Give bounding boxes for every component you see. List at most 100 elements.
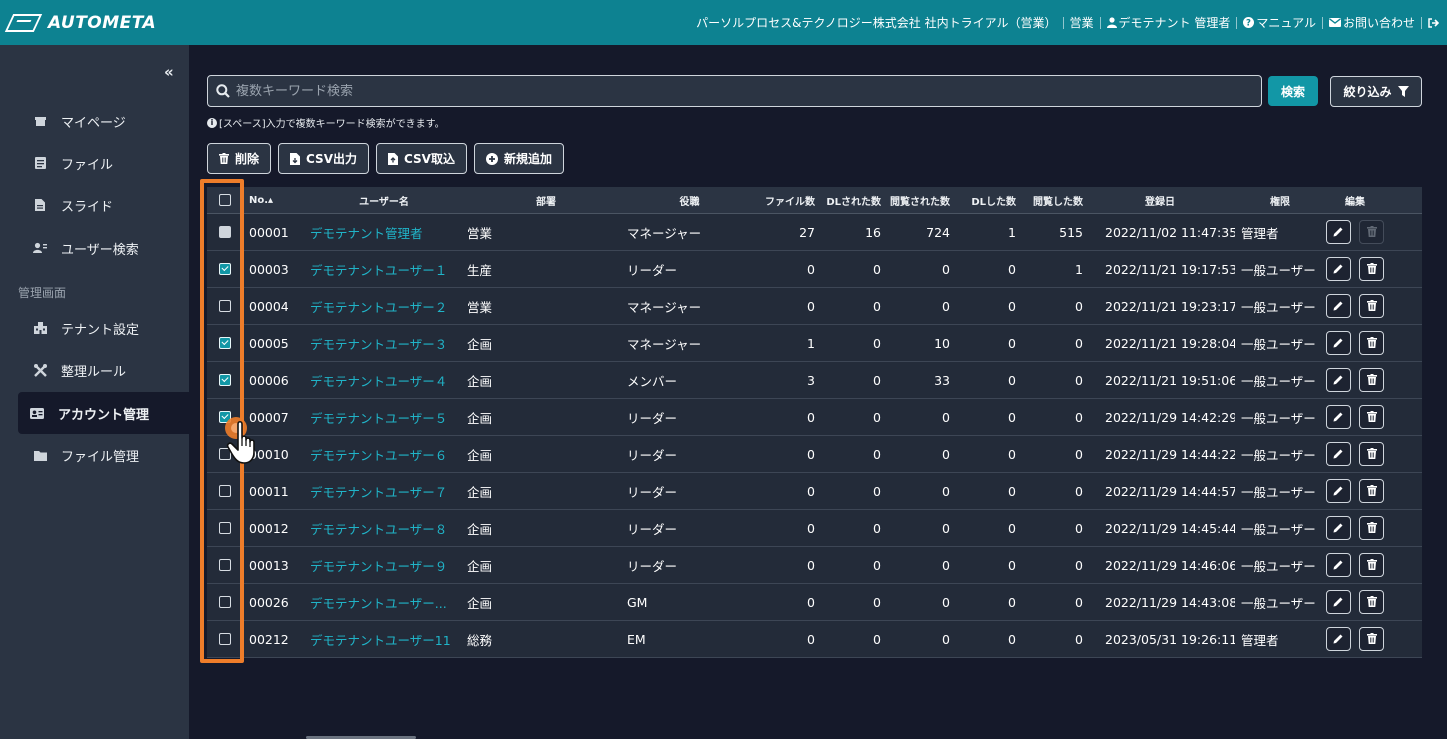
delete-row-button[interactable] (1359, 479, 1384, 503)
row-username-link[interactable]: デモテナントユーザー８ (303, 519, 465, 538)
row-select-cell (207, 559, 243, 571)
user-menu[interactable]: デモテナント 管理者 (1106, 14, 1230, 31)
row-department: 生産 (467, 262, 493, 278)
row-username-link[interactable]: デモテナントユーザー７ (303, 482, 465, 501)
header-no[interactable]: No.▴ (243, 195, 303, 206)
row-viewed-count: 0 (942, 557, 950, 573)
row-department: 企画 (467, 336, 493, 352)
manual-link[interactable]: ? マニュアル (1243, 14, 1316, 31)
sidebar-item-account-management[interactable]: アカウント管理 (18, 392, 189, 434)
collapse-sidebar-button[interactable]: « (164, 63, 174, 81)
row-viewed-count: 0 (942, 446, 950, 462)
delete-row-button[interactable] (1359, 331, 1384, 355)
row-checkbox[interactable] (219, 596, 231, 608)
add-new-button[interactable]: 新規追加 (473, 143, 564, 174)
edit-button[interactable] (1326, 553, 1351, 577)
row-registered-date: 2022/11/29 14:43:08 (1105, 594, 1235, 610)
edit-button[interactable] (1326, 220, 1351, 244)
csv-import-button[interactable]: CSV取込 (375, 143, 467, 174)
row-select-cell (207, 374, 243, 386)
row-username-link[interactable]: デモテナントユーザー９ (303, 556, 465, 575)
row-registered-date: 2022/11/21 19:17:53 (1105, 261, 1235, 277)
row-permission: 一般ユーザー (1241, 410, 1316, 426)
row-role: マネージャー (627, 225, 702, 241)
row-username-link[interactable]: デモテナントユーザー１ (303, 260, 465, 279)
table-row: 00212 デモテナントユーザー11 総務 EM 0 0 0 0 0 2023/05/31 19:… (207, 621, 1422, 658)
row-checkbox[interactable] (219, 411, 231, 423)
row-checkbox (219, 226, 231, 238)
table-row: 00007 デモテナントユーザー５ 企画 リーダー 0 0 0 0 0 2022/11/29 14… (207, 399, 1422, 436)
file-export-icon (290, 152, 301, 165)
row-viewed-count: 33 (934, 372, 950, 388)
sidebar-item-file-management[interactable]: ファイル管理 (18, 434, 189, 476)
logo-mark-icon (4, 13, 43, 32)
trash-icon (1366, 521, 1377, 536)
row-username-link[interactable]: デモテナントユーザー２ (303, 297, 465, 316)
edit-button[interactable] (1326, 405, 1351, 429)
row-no: 00004 (249, 298, 289, 314)
row-checkbox[interactable] (219, 374, 231, 386)
delete-row-button[interactable] (1359, 590, 1384, 614)
search-button[interactable]: 検索 (1268, 76, 1318, 106)
logout-icon (1428, 17, 1439, 28)
delete-row-button[interactable] (1359, 257, 1384, 281)
search-bar (207, 75, 1262, 107)
row-select-cell (207, 300, 243, 312)
row-checkbox[interactable] (219, 337, 231, 349)
delete-row-button[interactable] (1359, 405, 1384, 429)
sidebar-item-slide[interactable]: スライド (18, 184, 189, 226)
row-username-link[interactable]: デモテナント管理者 (303, 223, 465, 242)
edit-button[interactable] (1326, 516, 1351, 540)
header-file-count: ファイル数 (765, 196, 815, 208)
sidebar-item-mypage[interactable]: マイページ (18, 100, 189, 142)
sidebar-item-tenant-settings[interactable]: テナント設定 (18, 307, 189, 349)
row-actions (1325, 516, 1385, 540)
row-downloaded-count: 0 (873, 409, 881, 425)
row-username-link[interactable]: デモテナントユーザー３ (303, 334, 465, 353)
row-username-link[interactable]: デモテナントユーザー11 (303, 630, 465, 649)
row-username-link[interactable]: デモテナントユーザー５ (303, 408, 465, 427)
row-checkbox[interactable] (219, 633, 231, 645)
row-actions (1325, 294, 1385, 318)
row-checkbox[interactable] (219, 448, 231, 460)
edit-button[interactable] (1326, 590, 1351, 614)
csv-export-button[interactable]: CSV出力 (278, 143, 369, 174)
row-permission: 一般ユーザー (1241, 595, 1316, 611)
row-checkbox[interactable] (219, 522, 231, 534)
contact-link[interactable]: お問い合わせ (1328, 14, 1415, 31)
delete-row-button[interactable] (1359, 294, 1384, 318)
delete-button[interactable]: 削除 (207, 143, 272, 174)
row-view-done-count: 0 (1075, 409, 1083, 425)
row-checkbox[interactable] (219, 263, 231, 275)
search-input[interactable] (236, 83, 1261, 99)
row-checkbox[interactable] (219, 559, 231, 571)
row-downloaded-count: 0 (873, 298, 881, 314)
sidebar-item-user-search[interactable]: ユーザー検索 (18, 227, 189, 269)
row-checkbox[interactable] (219, 300, 231, 312)
row-actions (1325, 479, 1385, 503)
header-download-done-count: DLした数 (971, 196, 1016, 208)
filter-button[interactable]: 絞り込み (1330, 76, 1422, 107)
edit-button[interactable] (1326, 627, 1351, 651)
row-username-link[interactable]: デモテナントユーザー４ (303, 371, 465, 390)
sidebar-item-rules[interactable]: 整理ルール (18, 349, 189, 391)
delete-row-button[interactable] (1359, 553, 1384, 577)
logout-button[interactable] (1428, 17, 1439, 28)
delete-row-button[interactable] (1359, 516, 1384, 540)
row-checkbox[interactable] (219, 485, 231, 497)
row-username-link[interactable]: デモテナントユーザー６ (303, 445, 465, 464)
edit-button[interactable] (1326, 442, 1351, 466)
delete-row-button[interactable] (1359, 368, 1384, 392)
edit-button[interactable] (1326, 294, 1351, 318)
edit-button[interactable] (1326, 368, 1351, 392)
sidebar-item-file[interactable]: ファイル (18, 142, 189, 184)
edit-button[interactable] (1326, 479, 1351, 503)
delete-row-button[interactable] (1359, 627, 1384, 651)
delete-row-button[interactable] (1359, 442, 1384, 466)
row-actions (1325, 220, 1385, 244)
row-username-link[interactable]: デモテナントユーザー... (303, 593, 465, 612)
edit-button[interactable] (1326, 257, 1351, 281)
logo[interactable]: AUTOMETA (4, 13, 156, 33)
edit-button[interactable] (1326, 331, 1351, 355)
select-all-checkbox[interactable] (219, 194, 231, 206)
